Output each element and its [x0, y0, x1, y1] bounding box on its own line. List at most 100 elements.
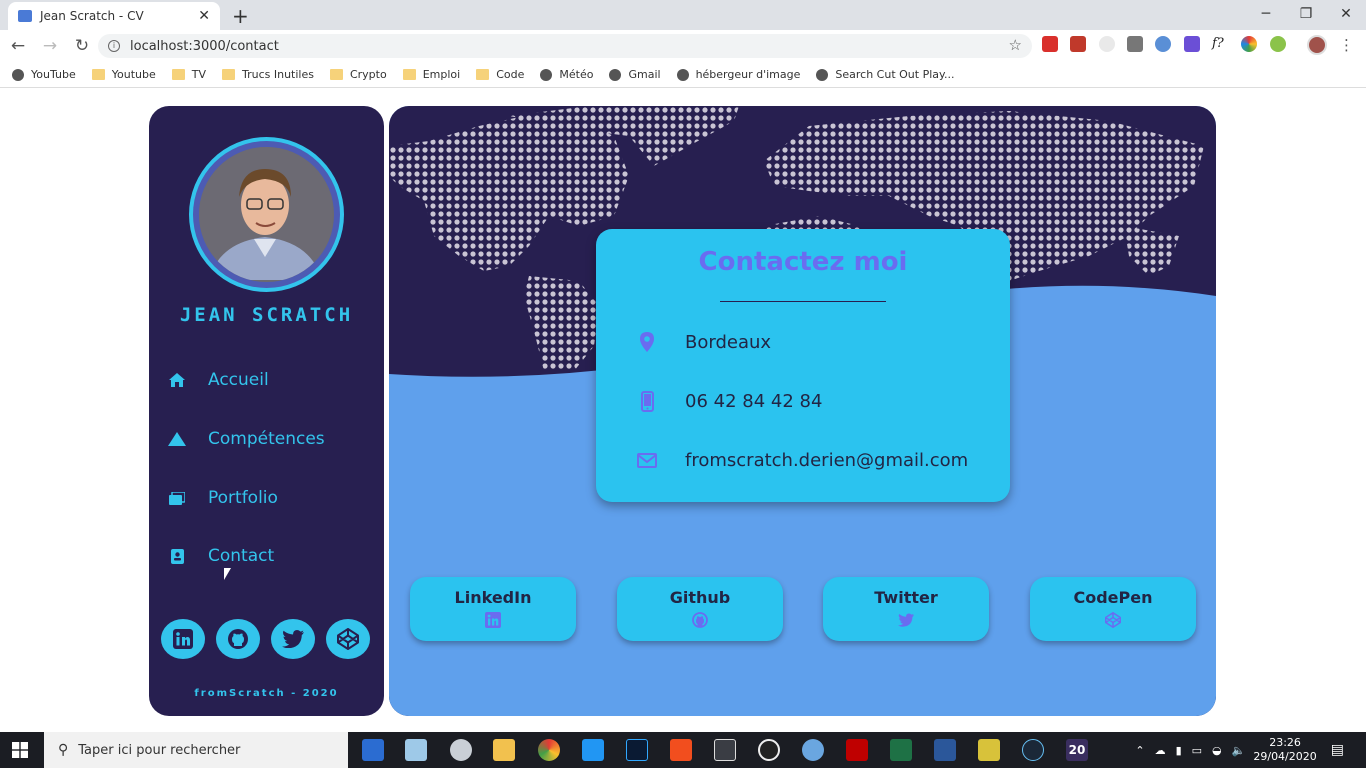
twitter-icon[interactable]	[271, 619, 315, 659]
cloud-icon[interactable]: ☁	[1155, 744, 1166, 757]
title-divider	[720, 301, 886, 302]
mobile-phone-icon	[636, 390, 658, 412]
extension-icon[interactable]	[1270, 36, 1286, 52]
figma-icon[interactable]	[670, 739, 692, 761]
folder-icon	[476, 69, 490, 80]
nav-item-competences[interactable]: Compétences	[167, 429, 325, 449]
bookmark-item[interactable]: Trucs Inutiles	[221, 68, 314, 81]
notifications-icon[interactable]: ▤	[1331, 742, 1344, 758]
app-icon[interactable]	[802, 739, 824, 761]
button-label: CodePen	[1073, 588, 1153, 607]
bookmark-item[interactable]: Youtube	[91, 68, 156, 81]
button-label: Github	[669, 588, 731, 607]
globe-icon	[609, 68, 622, 81]
extension-icon[interactable]	[1070, 36, 1086, 52]
app-icon[interactable]	[450, 739, 472, 761]
linkedin-button[interactable]: LinkedIn	[410, 577, 576, 641]
photoshop-icon[interactable]	[626, 739, 648, 761]
phone-text: 06 42 84 42 84	[685, 390, 823, 412]
obs-icon[interactable]	[758, 739, 780, 761]
bookmark-label: Youtube	[111, 68, 156, 81]
codepen-icon	[1105, 612, 1121, 628]
globe-icon	[540, 68, 553, 81]
bookmark-item[interactable]: Gmail	[609, 68, 661, 81]
nav-item-contact[interactable]: Contact	[167, 546, 274, 566]
new-tab-button[interactable]: +	[232, 4, 249, 28]
bookmark-item[interactable]: Météo	[540, 68, 593, 81]
close-window-button[interactable]: ✕	[1326, 0, 1366, 30]
bookmark-item[interactable]: hébergeur d'image	[676, 68, 800, 81]
network-icon[interactable]: ◒	[1212, 744, 1222, 757]
clock[interactable]: 23:26 29/04/2020	[1253, 736, 1316, 764]
app-icon[interactable]	[714, 739, 736, 761]
bookmark-item[interactable]: Emploi	[402, 68, 461, 81]
bookmark-item[interactable]: YouTube	[12, 68, 76, 81]
window-controls: ─ ❐ ✕	[1246, 0, 1366, 30]
app-badge-icon[interactable]: 20	[1066, 739, 1088, 761]
color-picker-icon[interactable]	[1241, 36, 1257, 52]
linkedin-icon	[485, 612, 501, 628]
profile-name: JEAN SCRATCH	[179, 304, 354, 326]
reload-button[interactable]: ↻	[68, 36, 96, 56]
clock-time: 23:26	[1269, 736, 1301, 749]
location-text: Bordeaux	[685, 331, 772, 353]
codepen-icon[interactable]	[326, 619, 370, 659]
home-icon	[167, 372, 187, 388]
taskbar-search[interactable]: ⚲ Taper ici pour rechercher	[44, 732, 348, 768]
word-icon[interactable]	[934, 739, 956, 761]
address-bar[interactable]: i localhost:3000/contact ☆	[98, 34, 1032, 58]
nav-item-portfolio[interactable]: Portfolio	[167, 488, 278, 508]
app-icon[interactable]	[405, 739, 427, 761]
browser-tab[interactable]: Jean Scratch - CV ✕	[8, 2, 220, 30]
sidebar-footer: fromScratch - 2020	[194, 688, 339, 699]
volume-icon[interactable]: 🔈	[1232, 744, 1246, 757]
bookmark-label: Emploi	[422, 68, 461, 81]
chrome-icon[interactable]	[538, 739, 560, 761]
windows-start-icon[interactable]	[12, 742, 28, 758]
vue-devtools-icon[interactable]	[1127, 36, 1143, 52]
app-icon[interactable]	[978, 739, 1000, 761]
back-button[interactable]: ←	[4, 36, 32, 56]
extension-icon[interactable]	[1184, 36, 1200, 52]
minimize-button[interactable]: ─	[1246, 0, 1286, 30]
restore-button[interactable]: ❐	[1286, 0, 1326, 30]
phone-row: 06 42 84 42 84	[636, 390, 822, 412]
map-marker-icon	[636, 331, 658, 353]
github-button[interactable]: Github	[617, 577, 783, 641]
menu-icon[interactable]: ⋮	[1339, 36, 1354, 54]
bookmark-star-icon[interactable]: ☆	[1009, 36, 1022, 54]
forward-button[interactable]: →	[36, 36, 64, 56]
app-icon[interactable]	[362, 739, 384, 761]
twitter-button[interactable]: Twitter	[823, 577, 989, 641]
fonts-extension-icon[interactable]: f?	[1212, 36, 1228, 52]
linkedin-icon[interactable]	[161, 619, 205, 659]
extension-icon[interactable]	[1099, 36, 1115, 52]
mouse-cursor	[224, 568, 231, 580]
microphone-icon[interactable]: ▮	[1176, 744, 1182, 757]
extension-icon[interactable]	[1155, 36, 1171, 52]
filezilla-icon[interactable]	[846, 739, 868, 761]
codepen-button[interactable]: CodePen	[1030, 577, 1196, 641]
email-row[interactable]: fromscratch.derien@gmail.com	[636, 449, 968, 471]
nav-item-accueil[interactable]: Accueil	[167, 370, 269, 390]
nav-label: Accueil	[208, 370, 269, 390]
bookmark-label: Search Cut Out Play...	[835, 68, 955, 81]
bookmark-item[interactable]: Code	[476, 68, 524, 81]
adblock-icon[interactable]	[1042, 36, 1058, 52]
close-tab-icon[interactable]: ✕	[198, 8, 210, 24]
folder-icon	[221, 69, 235, 80]
steam-icon[interactable]	[1022, 739, 1044, 761]
bookmark-item[interactable]: TV	[171, 68, 206, 81]
bookmark-item[interactable]: Search Cut Out Play...	[816, 68, 954, 81]
chevron-up-icon[interactable]: ⌃	[1135, 744, 1144, 757]
bookmark-item[interactable]: Crypto	[329, 68, 387, 81]
file-explorer-icon[interactable]	[493, 739, 515, 761]
excel-icon[interactable]	[890, 739, 912, 761]
battery-icon[interactable]: ▭	[1192, 744, 1202, 757]
vscode-icon[interactable]	[582, 739, 604, 761]
github-icon	[692, 612, 708, 628]
github-icon[interactable]	[216, 619, 260, 659]
info-icon[interactable]: i	[108, 40, 120, 52]
contact-title: Contactez moi	[698, 247, 908, 277]
profile-avatar[interactable]	[1307, 35, 1327, 55]
